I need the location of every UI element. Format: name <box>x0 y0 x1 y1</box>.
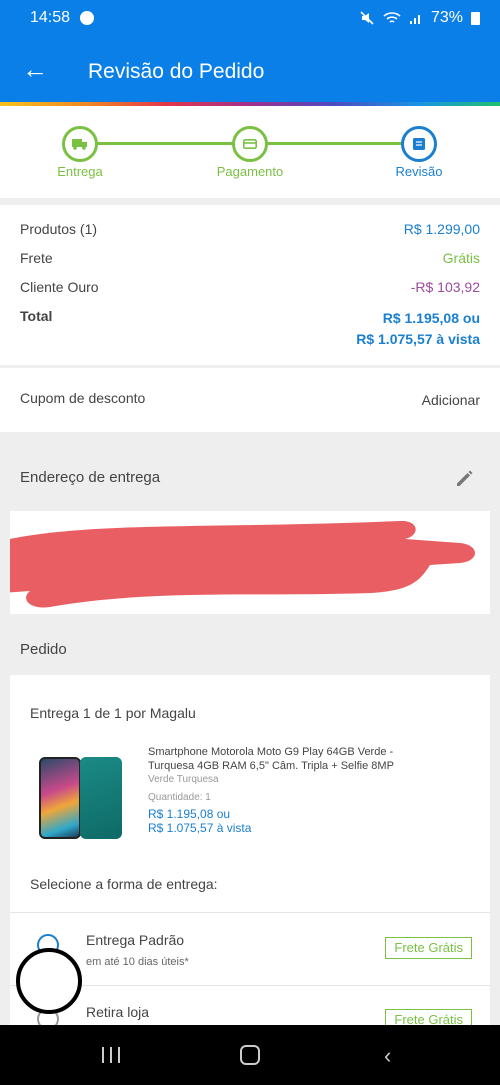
order-section-title: Pedido <box>20 641 67 658</box>
product-price-line2: R$ 1.075,57 à vista <box>148 821 252 835</box>
coupon-label: Cupom de desconto <box>20 390 146 406</box>
system-nav-bar: ‹ <box>0 1025 500 1085</box>
status-icons: 73% <box>359 9 480 27</box>
step-entrega <box>62 126 98 162</box>
battery-percent: 73% <box>430 9 463 26</box>
touch-indicator-ring <box>16 948 82 1014</box>
home-icon[interactable] <box>240 1045 260 1065</box>
edit-pencil-icon[interactable] <box>454 467 476 489</box>
shipping-value: Grátis <box>442 250 480 266</box>
summary-row-gold: Cliente Ouro -R$ 103,92 <box>20 279 480 295</box>
step-label-revisao: Revisão <box>395 164 443 179</box>
products-label: Produtos (1) <box>20 221 98 237</box>
coupon-row[interactable]: Cupom de desconto Adicionar <box>0 368 500 432</box>
product-image-front <box>39 757 81 839</box>
recents-icon[interactable] <box>102 1047 120 1063</box>
address-card[interactable] <box>10 511 490 614</box>
product-info: Smartphone Motorola Moto G9 Play 64GB Ve… <box>148 745 438 835</box>
app-bar: ← Revisão do Pedido <box>0 38 500 102</box>
product-variant: Verde Turquesa <box>148 774 219 785</box>
option-title-retira: Retira loja <box>86 1004 150 1020</box>
products-value: R$ 1.299,00 <box>403 221 480 237</box>
product-name: Smartphone Motorola Moto G9 Play 64GB Ve… <box>148 746 394 772</box>
option-subtitle-padrao: em até 10 dias úteis* <box>86 956 189 968</box>
delivery-header: Entrega 1 de 1 por Magalu <box>30 705 196 721</box>
total-label: Total <box>20 308 53 324</box>
summary-row-total: Total R$ 1.195,08 ou R$ 1.075,57 à vista <box>20 308 480 350</box>
back-arrow-icon[interactable]: ← <box>22 56 48 82</box>
total-value-line1: R$ 1.195,08 ou <box>382 310 480 326</box>
checkout-stepper: Entrega Pagamento Revisão <box>0 106 500 198</box>
document-icon <box>413 138 425 150</box>
status-time: 14:58 <box>30 9 71 26</box>
truck-icon <box>72 139 87 150</box>
divider <box>10 912 490 913</box>
coupon-add-button[interactable]: Adicionar <box>422 392 480 408</box>
redaction-scribble <box>10 520 475 608</box>
delivery-select-label: Selecione a forma de entrega: <box>30 876 218 892</box>
product-price-line1: R$ 1.195,08 ou <box>148 807 231 821</box>
wifi-icon <box>383 12 401 23</box>
gold-value: -R$ 103,92 <box>410 279 480 295</box>
system-back-icon[interactable]: ‹ <box>384 1043 391 1069</box>
status-bar: 14:58 73% <box>0 0 500 38</box>
messenger-icon <box>80 11 94 25</box>
step-revisao <box>401 126 437 162</box>
product-image-back <box>80 757 122 839</box>
card-icon <box>243 139 257 149</box>
divider <box>10 985 490 986</box>
order-summary: Produtos (1) R$ 1.299,00 Frete Grátis Cl… <box>0 205 500 365</box>
step-pagamento <box>232 126 268 162</box>
total-value-line2: R$ 1.075,57 à vista <box>356 331 480 347</box>
option-title-padrao: Entrega Padrão <box>86 932 185 948</box>
gold-label: Cliente Ouro <box>20 279 99 295</box>
summary-row-shipping: Frete Grátis <box>20 250 480 266</box>
summary-row-products: Produtos (1) R$ 1.299,00 <box>20 221 480 237</box>
page-title: Revisão do Pedido <box>88 60 265 83</box>
step-label-pagamento: Pagamento <box>216 164 284 179</box>
order-card: Entrega 1 de 1 por Magalu <box>10 675 490 1035</box>
signal-icon <box>409 15 420 24</box>
address-title: Endereço de entrega <box>20 469 161 486</box>
battery-icon <box>471 11 480 25</box>
product-quantity: Quantidade: 1 <box>148 792 211 803</box>
shipping-label: Frete <box>20 250 53 266</box>
badge-frete-gratis: Frete Grátis <box>385 937 472 959</box>
mute-icon <box>360 11 374 25</box>
total-value: R$ 1.195,08 ou R$ 1.075,57 à vista <box>356 308 480 350</box>
step-label-entrega: Entrega <box>57 164 103 179</box>
